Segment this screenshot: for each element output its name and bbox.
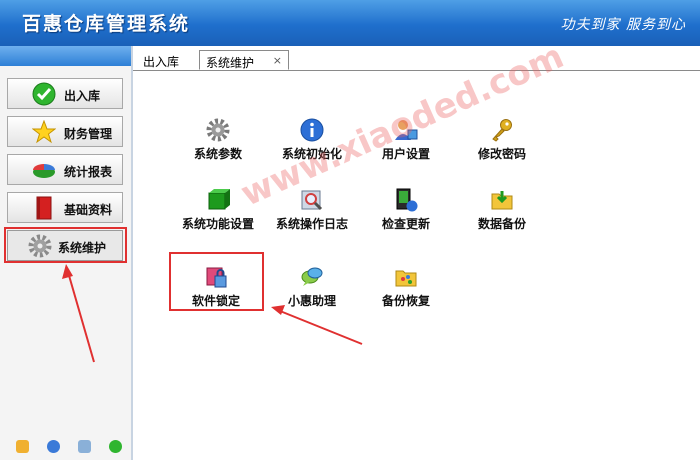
arrow-head-sidebar [62, 264, 73, 279]
arrow-head-software-lock [271, 305, 285, 315]
arrow-to-sidebar [67, 271, 95, 363]
annotation-arrows [62, 264, 363, 363]
arrow-to-software-lock [279, 310, 363, 345]
